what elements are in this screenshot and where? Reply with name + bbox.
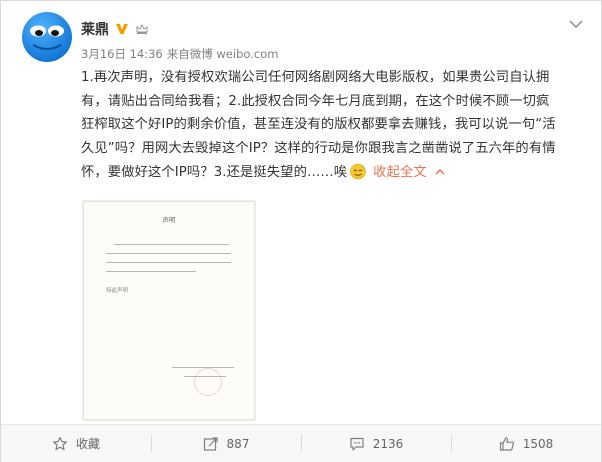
document-signature: 特此声明 — [106, 288, 129, 294]
post-text-line: 久见”吗？用网大去毁掉这个IP？这样的行动是你跟我言之凿凿说了五六年的有情 — [81, 141, 556, 157]
document-text-line — [106, 253, 231, 254]
weibo-post-card: 莱鼎 3月16日 14:36 来自 微博 weibo.com 1.再次声明，没有… — [0, 0, 602, 462]
verified-icon — [116, 24, 128, 34]
chevron-down-icon[interactable] — [569, 19, 583, 29]
chevron-up-icon — [435, 168, 445, 175]
avatar[interactable] — [21, 11, 73, 63]
post-text: 1.再次声明，没有授权欢瑞公司任何网络剧网络大电影版权，如果贵公司自认拥 有，请… — [81, 66, 571, 185]
repost-button[interactable]: 887 — [151, 425, 301, 462]
comment-button[interactable]: 2136 — [301, 425, 451, 462]
author-row: 莱鼎 — [81, 19, 149, 39]
comment-count: 2136 — [372, 436, 404, 451]
thumbs-up-icon — [499, 436, 514, 451]
post-meta: 3月16日 14:36 来自 微博 weibo.com — [81, 46, 278, 62]
like-button[interactable]: 1508 — [451, 425, 601, 462]
like-count: 1508 — [522, 436, 554, 451]
document-title: 声明 — [162, 216, 176, 224]
attached-document-image[interactable]: 声明 特此声明 — [83, 201, 255, 420]
action-bar: 收藏 887 2136 1508 — [1, 424, 601, 462]
source-label: 来自 — [166, 47, 190, 61]
document-text-line — [106, 271, 196, 272]
document-text-line — [114, 244, 229, 245]
document-seal — [194, 368, 222, 396]
document-text-line — [106, 262, 231, 263]
post-text-line: 有，请贴出合同给我看；2.此授权合同今年七月底到期，在这个时候不顾一切疯 — [81, 93, 550, 109]
crown-icon — [136, 23, 148, 34]
author-name[interactable]: 莱鼎 — [81, 19, 109, 39]
favorite-label: 收藏 — [75, 437, 100, 451]
repost-count: 887 — [226, 436, 250, 451]
sweat-smile-emoji-icon — [350, 163, 366, 180]
collapse-text-link[interactable]: 收起全文 — [373, 165, 445, 180]
star-icon — [53, 436, 67, 450]
post-text-line: 怀，要做好这个IP吗？3.还是挺失望的……唉 — [81, 164, 348, 180]
share-arrow-icon — [203, 436, 218, 451]
post-source[interactable]: 微博 weibo.com — [190, 46, 279, 62]
favorite-button[interactable]: 收藏 — [1, 425, 151, 462]
post-text-line: 1.再次声明，没有授权欢瑞公司任何网络剧网络大电影版权，如果贵公司自认拥 — [81, 70, 550, 85]
post-time[interactable]: 3月16日 14:36 — [81, 46, 163, 62]
post-text-line: 狂榨取这个好IP的剩余价值，甚至连没有的版权都要拿去赚钱，我可以说一句“活 — [81, 117, 556, 133]
comment-bubble-icon — [350, 437, 364, 451]
post-text-last-line: 怀，要做好这个IP吗？3.还是挺失望的……唉 收起全文 — [81, 161, 571, 185]
